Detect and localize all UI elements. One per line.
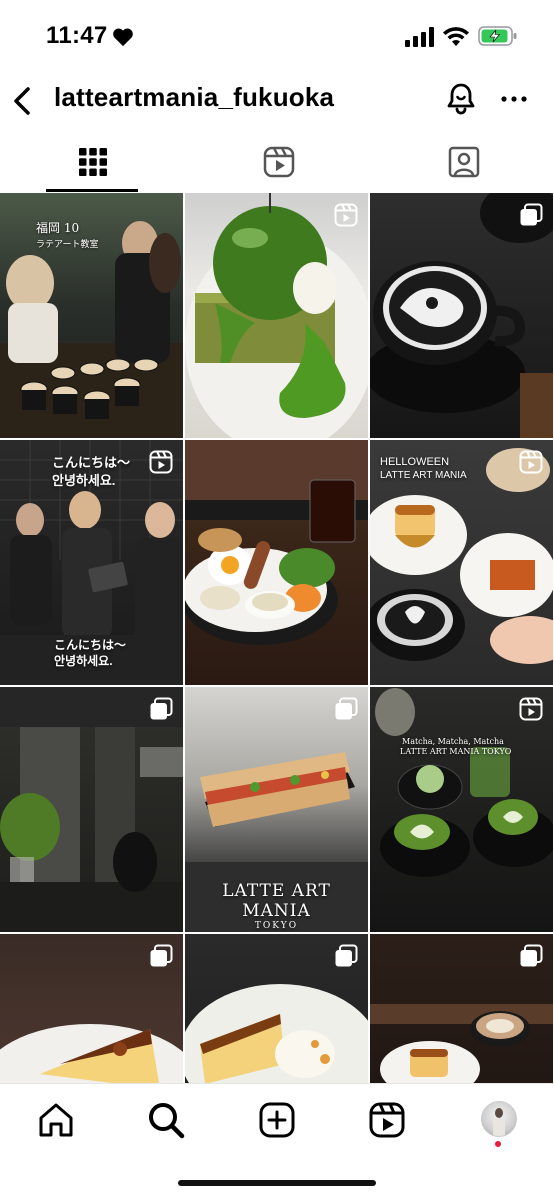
carousel-badge-icon bbox=[150, 697, 173, 720]
reel-badge-icon bbox=[519, 450, 543, 474]
post-caption-overlay: 福岡 10 bbox=[36, 221, 80, 235]
battery-icon bbox=[478, 26, 517, 46]
post-thumbnail[interactable] bbox=[370, 193, 553, 438]
search-icon[interactable] bbox=[146, 1100, 186, 1140]
home-indicator bbox=[178, 1180, 376, 1186]
signal-icon bbox=[405, 27, 434, 47]
post-caption-overlay: TOKYO bbox=[254, 921, 299, 931]
tagged-person-icon bbox=[448, 146, 480, 178]
post-caption-overlay: Matcha, Matcha, Matcha bbox=[402, 737, 504, 746]
post-caption-overlay: MANIA bbox=[242, 901, 311, 921]
post-thumbnail[interactable] bbox=[370, 934, 553, 1083]
avatar-figure bbox=[495, 1108, 503, 1118]
heart-icon bbox=[113, 28, 133, 47]
carousel-badge-icon bbox=[335, 697, 358, 720]
post-image bbox=[370, 193, 553, 438]
reels-icon bbox=[263, 146, 295, 178]
wifi-icon bbox=[443, 27, 469, 46]
active-tab-indicator bbox=[46, 189, 138, 192]
status-time: 11:47 bbox=[46, 22, 108, 49]
post-caption-overlay: HELLOWEEN bbox=[380, 456, 450, 468]
carousel-badge-icon bbox=[520, 944, 543, 967]
tab-reels[interactable] bbox=[185, 136, 369, 192]
create-post-icon[interactable] bbox=[257, 1100, 297, 1140]
grid-icon bbox=[79, 148, 107, 176]
home-icon[interactable] bbox=[36, 1100, 76, 1140]
post-caption-overlay: 안녕하세요. bbox=[54, 654, 113, 668]
post-image bbox=[185, 440, 368, 645]
post-thumbnail[interactable]: Matcha, Matcha, Matcha LATTE ART MANIA T… bbox=[370, 687, 553, 932]
posts-grid: 福岡 10 ラテアート教室 こんにちは～ 안녕하세요. こんにちは～ 안녕하세요… bbox=[0, 193, 554, 1083]
carousel-badge-icon bbox=[335, 944, 358, 967]
post-thumbnail[interactable] bbox=[185, 934, 368, 1083]
post-caption-overlay: こんにちは～ bbox=[52, 455, 131, 470]
post-image bbox=[185, 193, 368, 438]
carousel-badge-icon bbox=[520, 203, 543, 226]
tab-grid[interactable] bbox=[0, 136, 184, 192]
notification-dot bbox=[495, 1141, 501, 1147]
post-image bbox=[375, 688, 553, 877]
post-caption-overlay: LATTE ART MANIA TOKYO bbox=[400, 747, 512, 756]
back-icon[interactable] bbox=[10, 84, 36, 118]
post-thumbnail[interactable] bbox=[185, 193, 368, 438]
profile-tabs bbox=[0, 136, 554, 192]
reel-badge-icon bbox=[519, 697, 543, 721]
reel-badge-icon bbox=[149, 450, 173, 474]
post-thumbnail[interactable] bbox=[0, 687, 183, 932]
reel-badge-icon bbox=[334, 203, 358, 227]
tab-tagged[interactable] bbox=[370, 136, 554, 192]
notifications-bell-icon[interactable] bbox=[445, 82, 477, 116]
post-caption-overlay: ラテアート教室 bbox=[36, 240, 99, 250]
profile-header: latteartmania_fukuoka bbox=[0, 72, 554, 128]
post-image bbox=[0, 221, 183, 438]
post-thumbnail[interactable] bbox=[0, 934, 183, 1083]
post-caption-overlay: LATTE ART bbox=[222, 881, 331, 901]
status-bar: 11:47 bbox=[0, 0, 554, 72]
post-thumbnail[interactable] bbox=[185, 440, 368, 685]
carousel-badge-icon bbox=[150, 944, 173, 967]
post-thumbnail[interactable]: こんにちは～ 안녕하세요. こんにちは～ 안녕하세요. bbox=[0, 440, 183, 685]
more-options-icon[interactable] bbox=[500, 90, 528, 108]
post-thumbnail[interactable]: LATTE ART MANIA TOKYO bbox=[185, 687, 368, 932]
profile-username: latteartmania_fukuoka bbox=[54, 82, 335, 112]
post-image bbox=[0, 687, 183, 932]
post-caption-overlay: こんにちは～ bbox=[54, 638, 127, 652]
post-thumbnail[interactable]: 福岡 10 ラテアート教室 bbox=[0, 193, 183, 438]
post-caption-overlay: 안녕하세요. bbox=[52, 473, 116, 488]
post-caption-overlay: LATTE ART MANIA bbox=[380, 470, 467, 481]
post-thumbnail[interactable]: HELLOWEEN LATTE ART MANIA bbox=[370, 440, 553, 685]
avatar-figure-body bbox=[493, 1118, 505, 1136]
reels-nav-icon[interactable] bbox=[367, 1100, 407, 1140]
profile-avatar[interactable] bbox=[481, 1101, 517, 1137]
